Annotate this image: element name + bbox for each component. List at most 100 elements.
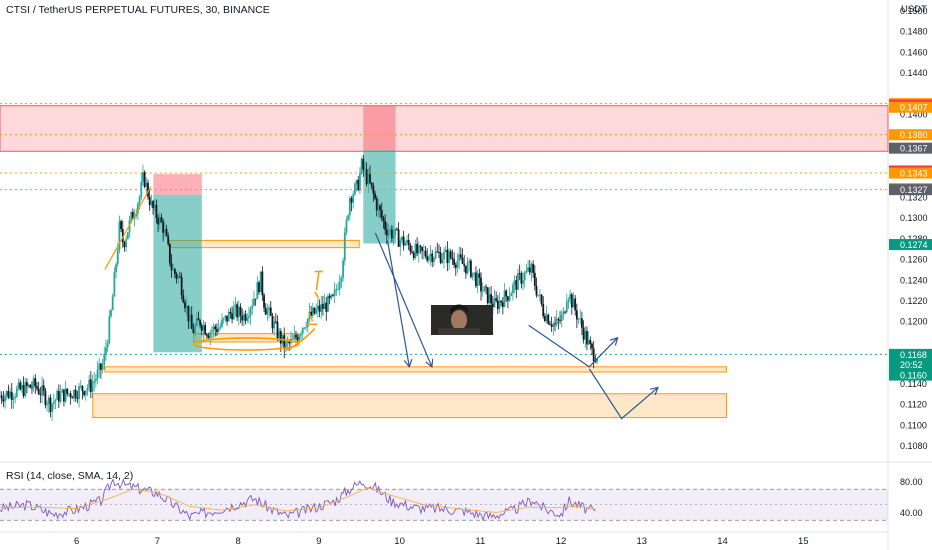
candle-body — [552, 323, 555, 327]
candle-body — [239, 306, 242, 316]
candle-body — [29, 384, 32, 388]
time-tick-label: 14 — [717, 536, 728, 547]
candle-body — [274, 321, 277, 323]
candle-body — [258, 282, 260, 293]
candle-body — [535, 285, 538, 296]
candle-body — [468, 260, 471, 263]
candle-body — [115, 264, 117, 273]
candle-body — [359, 173, 361, 191]
candle-body — [419, 245, 422, 247]
candle-body — [130, 212, 133, 221]
candle-body — [584, 330, 587, 340]
price-tick-label: 0.1460 — [900, 47, 928, 57]
candle-body — [397, 229, 400, 247]
candle-body — [416, 243, 418, 254]
candle-body — [167, 235, 170, 244]
candle-body — [268, 307, 270, 311]
chart-stage[interactable]: 0.1500 0.1480 0.1460 0.1440 0.1400 0.1320 0.13… — [0, 0, 932, 550]
position-target-area-1 — [363, 150, 396, 244]
candle-body — [345, 219, 348, 233]
candle-body — [508, 296, 511, 301]
candle-body — [222, 318, 225, 320]
candle-body — [278, 331, 281, 339]
candle-body — [382, 217, 385, 221]
time-tick-label: 12 — [556, 536, 567, 547]
candle-body — [20, 385, 23, 390]
candle-body — [209, 332, 212, 338]
candle-body — [587, 339, 590, 345]
candle-body — [370, 182, 373, 186]
candle-body — [263, 295, 265, 308]
rsi-label: RSI (14, close, SMA, 14, 2) — [6, 470, 134, 482]
candle-body — [557, 319, 560, 321]
candle-body — [586, 330, 588, 345]
candle-body — [298, 335, 301, 340]
candle-body — [394, 228, 397, 236]
position-stop-area-1 — [363, 105, 396, 151]
candle-body — [476, 273, 479, 287]
candle-body — [271, 315, 274, 329]
candle-body — [574, 298, 577, 311]
candle-body — [399, 240, 402, 247]
candle-body — [276, 321, 279, 339]
trend-line — [104, 186, 152, 270]
candle-body — [116, 249, 119, 265]
candle-body — [37, 388, 40, 394]
candle-body — [333, 289, 336, 296]
price-chart[interactable]: 0.15000.14800.14600.14400.14000.13200.13… — [0, 0, 932, 550]
candle-body — [495, 298, 498, 301]
candle-body — [458, 254, 461, 261]
candle-body — [96, 369, 99, 379]
candle-body — [185, 305, 188, 309]
candle-body — [101, 364, 104, 370]
candle-body — [195, 318, 198, 326]
candle-body — [249, 308, 252, 316]
candle-body — [204, 324, 207, 335]
candle-body — [190, 314, 193, 329]
candle-body — [481, 291, 484, 293]
candle-body — [357, 179, 360, 191]
candle-body — [401, 236, 403, 241]
candle-body — [217, 327, 220, 332]
candle-body — [456, 260, 459, 268]
candle-body — [323, 302, 326, 309]
candle-body — [389, 229, 392, 232]
candle-body — [436, 251, 439, 253]
candle-body — [232, 308, 235, 320]
candle-body — [325, 302, 328, 312]
candle-body — [286, 342, 289, 343]
price-badge-label: 0.1327 — [900, 185, 928, 195]
candle-body — [163, 228, 166, 233]
candle-body — [64, 388, 67, 402]
candle-body — [303, 327, 306, 329]
candle-body — [39, 393, 42, 396]
candle-body — [0, 395, 3, 400]
price-tick-label: 0.1260 — [900, 255, 928, 265]
price-badge-label: 0.1407 — [900, 103, 928, 113]
resistance-zone-0 — [0, 105, 889, 152]
candle-body — [205, 334, 208, 336]
candle-body — [545, 314, 548, 321]
candle-body — [160, 217, 163, 223]
currency-label: USDT — [901, 4, 927, 15]
candle-body — [165, 228, 168, 236]
candle-body — [498, 300, 501, 309]
candle-body — [402, 236, 405, 246]
candle-body — [63, 389, 65, 402]
candle-body — [138, 197, 141, 204]
candle-body — [544, 316, 546, 321]
candle-body — [480, 277, 482, 292]
candle-body — [175, 273, 178, 279]
candle-body — [236, 304, 239, 318]
candle-body — [567, 299, 570, 302]
candle-body — [422, 250, 425, 252]
candle-body — [441, 259, 444, 263]
candle-body — [475, 272, 477, 287]
candle-body — [123, 242, 126, 248]
candle-body — [66, 388, 69, 394]
candle-body — [540, 294, 543, 304]
price-tick-label: 0.1440 — [900, 68, 928, 78]
candle-body — [78, 386, 80, 399]
image-face — [451, 310, 467, 330]
candle-body — [83, 391, 85, 396]
